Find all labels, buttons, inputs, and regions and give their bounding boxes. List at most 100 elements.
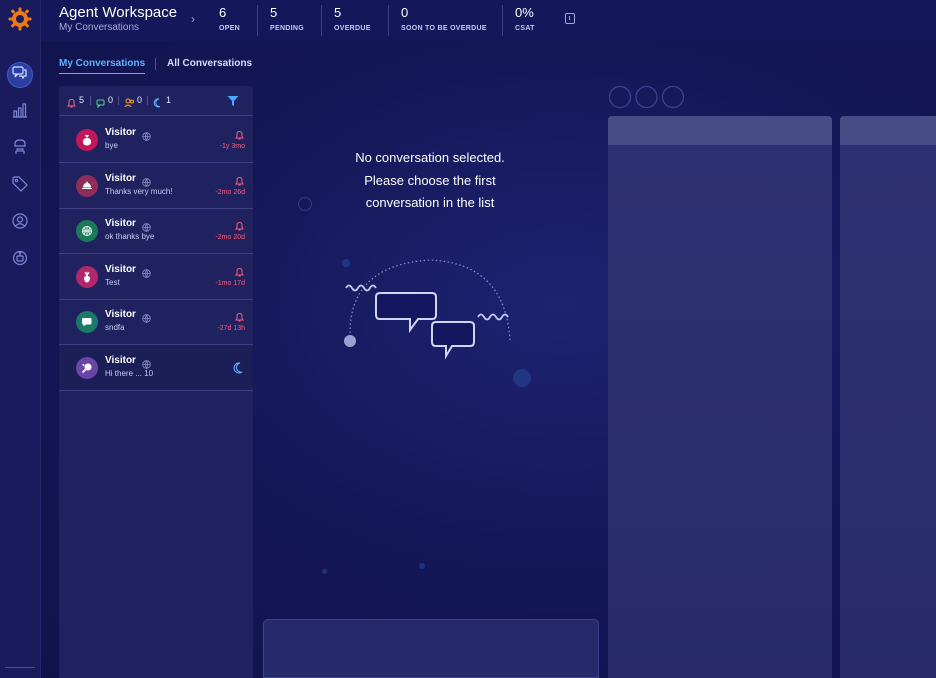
elapsed-time: -27d 13h [217,325,245,332]
last-message: Hi there ... 10 [105,369,154,378]
visitor-name: Visitor [105,264,136,275]
globe-icon [142,265,151,283]
empty-state-message: No conversation selected. Please choose … [330,147,530,215]
conversation-item[interactable]: Visitor Test -1mo 17d [59,254,253,300]
visitor-name: Visitor [105,218,136,229]
rail-divider [5,667,35,668]
basketball-icon [76,220,98,242]
chevron-right-icon[interactable]: › [191,12,195,26]
elapsed-time: -2mo 26d [215,189,245,196]
stat-value: 5 [334,5,342,20]
stat-label: OPEN [219,25,241,32]
last-message: Thanks very much! [105,187,173,196]
panel-header-placeholder [840,116,936,145]
nav-tags-button[interactable] [7,173,33,199]
skeleton-avatars [608,85,688,115]
last-message: bye [105,141,118,150]
stat-value: 0 [401,5,409,20]
panel-header-placeholder [608,116,832,145]
tab-divider [155,58,156,70]
tab-all-conversations[interactable]: All Conversations [167,58,252,69]
conversation-item[interactable]: Visitor bye -1y 3mo [59,117,253,163]
last-message: ok thanks bye [105,232,155,241]
background-dot [419,563,425,569]
agent-icon [12,138,28,160]
visitor-name: Visitor [105,355,136,366]
background-dot [322,569,327,574]
left-navigation-rail [0,0,41,678]
stat-label: SOON TO BE OVERDUE [401,25,487,32]
visitor-name: Visitor [105,173,136,184]
robot-gear-icon [12,250,28,271]
moon-icon[interactable] [153,95,163,113]
bell-icon[interactable] [67,95,76,113]
stat-label: OVERDUE [334,25,371,32]
bar-chart-icon [12,102,28,123]
message-composer[interactable] [263,619,599,678]
stat-value: 5 [270,5,278,20]
conversation-item[interactable]: Visitor Hi there ... 10 [59,345,253,391]
snoozed-count: 1 [166,95,172,105]
stat-overdue[interactable]: 5 OVERDUE [321,5,371,36]
elapsed-time: -1mo 17d [215,280,245,287]
elapsed-time: -1y 3mo [219,143,245,150]
details-panel-placeholder [840,116,936,678]
tab-my-conversations[interactable]: My Conversations [59,58,146,74]
background-ring [298,197,312,211]
background-dot [513,369,531,387]
tag-icon [12,175,28,197]
conversation-item[interactable]: Visitor sndfa -27d 13h [59,299,253,345]
filter-divider [147,96,148,105]
workspace-title-block[interactable]: Agent Workspace My Conversations [59,4,177,34]
globe-icon [142,128,151,146]
stat-label: CSAT [515,25,535,32]
money-bag-icon [76,129,98,151]
user-circle-icon [12,212,28,234]
empty-state-line: No conversation selected. [355,150,505,165]
users-count: 0 [137,95,143,105]
stat-value: 0% [515,5,534,20]
moon-icon [233,361,245,379]
chat-bubbles-illustration [340,255,520,370]
filter-funnel-icon[interactable] [227,94,239,112]
nav-analytics-button[interactable] [7,99,33,125]
stat-pending[interactable]: 5 PENDING [257,5,304,36]
filter-divider [90,96,91,105]
top-header: Agent Workspace My Conversations › 6 OPE… [41,0,936,41]
visitor-name: Visitor [105,127,136,138]
panel-body-placeholder [840,145,936,678]
app-logo-icon[interactable] [7,6,33,32]
conversation-list-panel: 5 0 0 1 Visitor bye -1y 3mo Visitor Than… [59,86,253,678]
last-message: sndfa [105,323,125,332]
empty-state-line: conversation in the list [365,195,495,210]
users-icon[interactable] [124,95,135,113]
nav-contacts-button[interactable] [7,210,33,236]
chat-icon[interactable] [96,95,105,113]
chat-bubbles-icon [12,65,28,85]
stat-soon-overdue[interactable]: 0 SOON TO BE OVERDUE [388,5,487,36]
chat-count: 0 [108,95,114,105]
empty-state-line: Please choose the first [364,172,496,188]
last-message: Test [105,278,120,287]
conversation-item[interactable]: Visitor ok thanks bye -2mo 20d [59,208,253,254]
stat-label: PENDING [270,25,304,32]
stat-csat[interactable]: 0% CSAT [502,5,535,36]
conversation-item[interactable]: Visitor Thanks very much! -2mo 26d [59,163,253,209]
ping-pong-icon [76,357,98,379]
nav-settings-button[interactable] [7,247,33,273]
nav-conversations-button[interactable] [7,62,33,88]
radish-icon [76,266,98,288]
food-tray-icon [76,175,98,197]
stat-open[interactable]: 6 OPEN [207,5,240,36]
details-panel-placeholder [608,116,832,678]
filter-bar: 5 0 0 1 [59,86,253,116]
alert-count: 5 [79,95,85,105]
visitor-name: Visitor [105,309,136,320]
phone-bubble-icon [76,311,98,333]
info-icon[interactable] [565,13,575,24]
nav-bots-button[interactable] [7,136,33,162]
app-subtitle: My Conversations [59,22,140,33]
panel-body-placeholder [608,145,832,678]
app-title: Agent Workspace [59,4,178,21]
stat-value: 6 [219,5,227,20]
